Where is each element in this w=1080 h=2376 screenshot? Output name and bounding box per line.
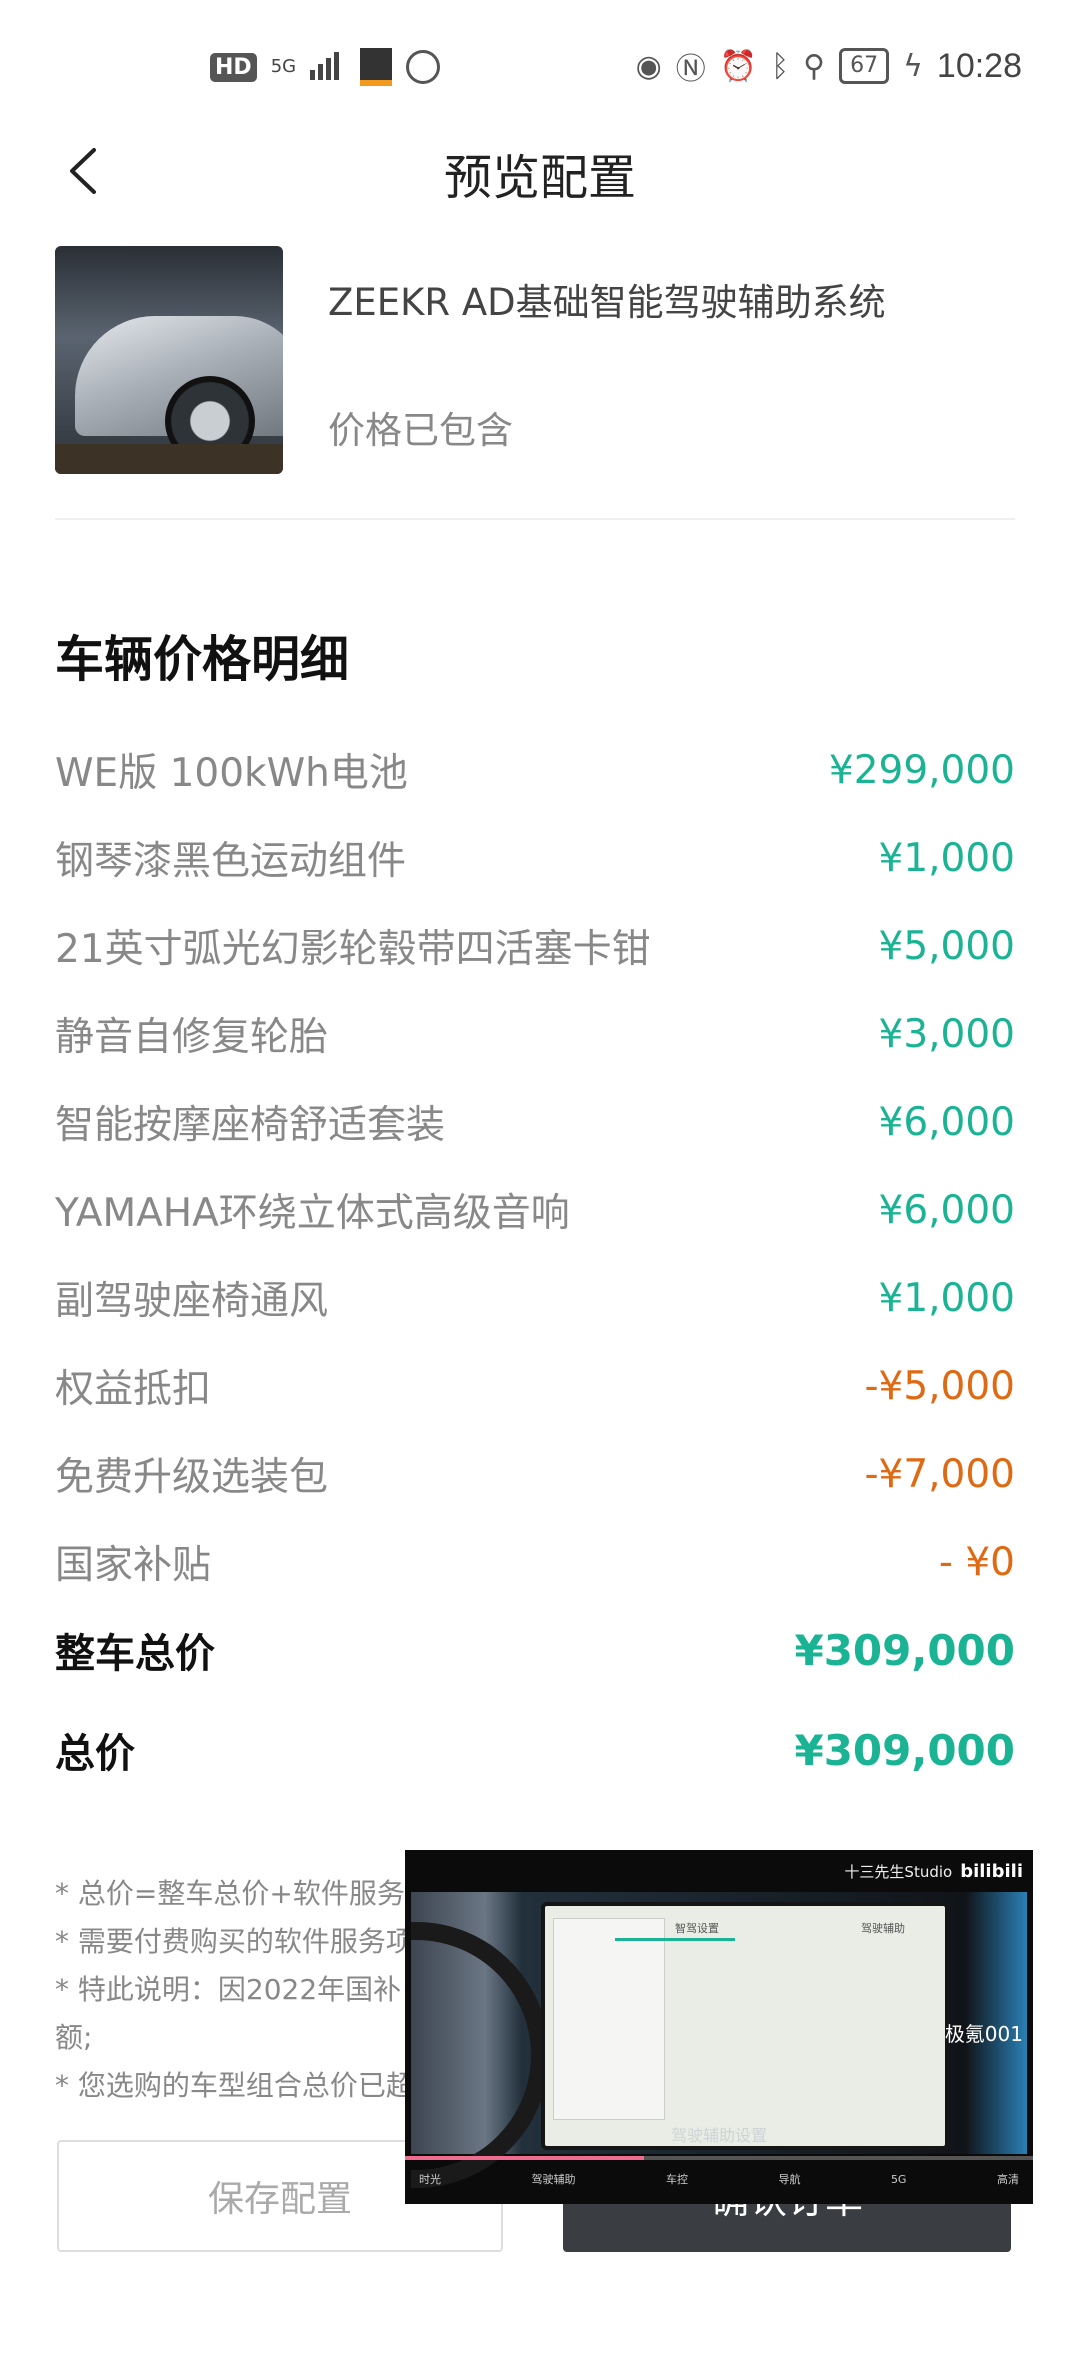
- price-row: 钢琴漆黑色运动组件 ¥1,000: [55, 828, 1015, 888]
- price-row: 权益抵扣 -¥5,000: [55, 1356, 1015, 1416]
- clock: 10:28: [936, 46, 1022, 85]
- screen-tab: 驾驶辅助: [861, 1922, 905, 1935]
- vehicle-total-value: ¥309,000: [794, 1625, 1015, 1675]
- video-control-label[interactable]: 5G: [891, 2173, 907, 2186]
- price-row-label: 权益抵扣: [55, 1367, 212, 1412]
- price-row-label: 钢琴漆黑色运动组件: [55, 839, 407, 884]
- video-top-bar: 十三先生Studio bilibili: [405, 1850, 1033, 1892]
- vehicle-total-label: 整车总价: [55, 1631, 215, 1677]
- price-row-value: ¥6,000: [878, 1187, 1015, 1233]
- floating-video-player[interactable]: 十三先生Studio bilibili 智驾设置 驾驶辅助 极氪001 驾驶辅助…: [405, 1850, 1033, 2204]
- price-notes: * 总价=整车总价+软件服务总 * 需要付费购买的软件服务项 * 特此说明：因2…: [55, 1870, 455, 2110]
- hd-badge: HD: [210, 52, 257, 82]
- video-controls: 时光 驾驶辅助 车控 导航 5G 高清: [405, 2154, 1033, 2204]
- hand-icon: [406, 50, 441, 84]
- alarm-icon: ⏰: [719, 48, 758, 84]
- uploader-name: 十三先生Studio: [844, 1862, 953, 1881]
- video-frame: 智驾设置 驾驶辅助 极氪001 驾驶辅助设置: [411, 1892, 1027, 2188]
- divider: [55, 518, 1015, 520]
- price-row-label: YAMAHA环绕立体式高级音响: [55, 1191, 570, 1236]
- price-row: YAMAHA环绕立体式高级音响 ¥6,000: [55, 1180, 1015, 1240]
- price-row-value: ¥299,000: [828, 747, 1015, 793]
- product-price-note: 价格已包含: [328, 409, 513, 452]
- screen-tab: 智驾设置: [675, 1922, 719, 1935]
- note-line: * 您选购的车型组合总价已超: [55, 2069, 414, 2102]
- video-control-label[interactable]: 高清: [997, 2171, 1019, 2187]
- video-subtitle: 驾驶辅助设置: [671, 2126, 768, 2145]
- section-title: 车辆价格明细: [55, 631, 350, 688]
- price-row: 免费升级选装包 -¥7,000: [55, 1444, 1015, 1504]
- total-row: 总价 ¥309,000: [55, 1720, 1015, 1780]
- price-row: WE版 100kWh电池 ¥299,000: [55, 740, 1015, 800]
- price-row: 国家补贴 - ¥0: [55, 1532, 1015, 1592]
- network-label: 5G: [270, 56, 297, 77]
- video-control-label[interactable]: 驾驶辅助: [531, 2171, 575, 2187]
- page-title: 预览配置: [443, 150, 636, 206]
- note-line: 额;: [55, 2021, 93, 2054]
- product-name: ZEEKR AD基础智能驾驶辅助系统: [328, 281, 886, 324]
- video-watermark: 极氪001: [944, 2022, 1023, 2046]
- note-line: * 特此说明：因2022年国补: [55, 1973, 402, 2006]
- product-image: [55, 246, 283, 474]
- battery-indicator: 67: [839, 48, 890, 84]
- price-row-value: -¥5,000: [864, 1363, 1015, 1409]
- bluetooth-icon: ᛒ: [771, 48, 790, 84]
- steering-wheel-icon: [411, 1922, 549, 2188]
- price-row: 静音自修复轮胎 ¥3,000: [55, 1004, 1015, 1064]
- price-row: 副驾驶座椅通风 ¥1,000: [55, 1268, 1015, 1328]
- price-row-label: 智能按摩座椅舒适套装: [55, 1103, 446, 1148]
- note-line: * 总价=整车总价+软件服务总: [55, 1877, 433, 1910]
- price-row-label: 国家补贴: [55, 1543, 212, 1588]
- price-row-value: - ¥0: [938, 1539, 1015, 1585]
- price-row: 智能按摩座椅舒适套装 ¥6,000: [55, 1092, 1015, 1152]
- total-label: 总价: [55, 1731, 135, 1777]
- status-bar: HD 5G ◉ Ⓝ ⏰ ᛒ ⚲ 67 ϟ 10:28: [0, 0, 1080, 130]
- video-control-label[interactable]: 时光: [419, 2171, 441, 2187]
- location-icon: ⚲: [803, 48, 826, 84]
- total-value: ¥309,000: [794, 1725, 1015, 1775]
- nfc-icon: Ⓝ: [675, 52, 706, 87]
- price-row-value: ¥1,000: [878, 835, 1015, 881]
- price-row-label: 静音自修复轮胎: [55, 1015, 329, 1060]
- price-row-value: ¥1,000: [878, 1275, 1015, 1321]
- eye-icon: ◉: [635, 48, 662, 84]
- signal-icon: [310, 50, 346, 84]
- price-row-value: ¥3,000: [878, 1011, 1015, 1057]
- price-row-label: 免费升级选装包: [55, 1455, 329, 1500]
- price-row-label: 21英寸弧光幻影轮毂带四活塞卡钳: [55, 927, 651, 972]
- price-row-label: 副驾驶座椅通风: [55, 1279, 329, 1324]
- video-control-label[interactable]: 车控: [666, 2171, 688, 2187]
- app-notification-icon: [360, 48, 393, 86]
- price-row-value: ¥5,000: [878, 923, 1015, 969]
- price-row-value: -¥7,000: [864, 1451, 1015, 1497]
- charging-icon: ϟ: [903, 48, 923, 84]
- note-line: * 需要付费购买的软件服务项: [55, 1925, 414, 1958]
- status-left: HD 5G: [210, 48, 441, 86]
- status-right: ◉ Ⓝ ⏰ ᛒ ⚲ 67 ϟ 10:28: [636, 44, 1022, 88]
- vehicle-total-row: 整车总价 ¥309,000: [55, 1620, 1015, 1680]
- video-control-label[interactable]: 导航: [778, 2171, 800, 2187]
- car-screen: 智驾设置 驾驶辅助: [541, 1902, 949, 2150]
- price-row: 21英寸弧光幻影轮毂带四活塞卡钳 ¥5,000: [55, 916, 1015, 976]
- bilibili-logo-icon: bilibili: [960, 1860, 1023, 1882]
- price-row-value: ¥6,000: [878, 1099, 1015, 1145]
- price-row-label: WE版 100kWh电池: [55, 751, 408, 796]
